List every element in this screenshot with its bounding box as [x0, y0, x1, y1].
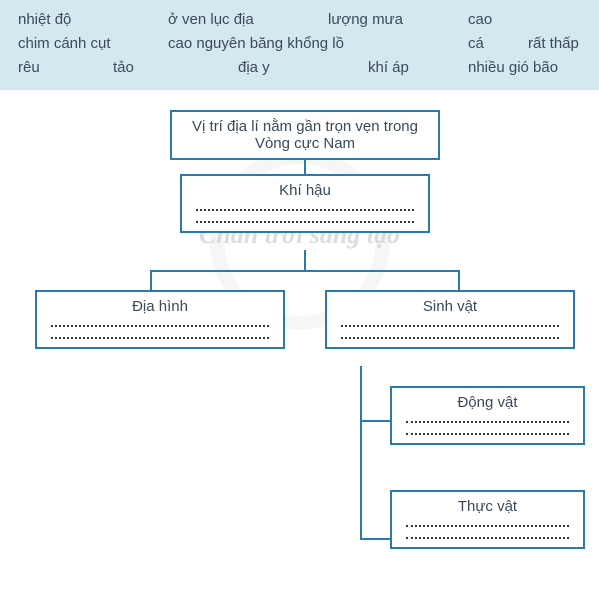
connector: [458, 270, 460, 290]
blank-line[interactable]: [51, 337, 269, 339]
node-animals-title: Động vật: [402, 394, 573, 411]
blank-line[interactable]: [51, 325, 269, 327]
word-item: rêu: [18, 56, 113, 80]
word-item: ở ven lục địa: [168, 8, 328, 32]
node-root-title: Vị trí địa lí nằm gần trọn vẹn trong Vòn…: [182, 118, 428, 152]
connector: [360, 366, 362, 540]
word-item: tảo: [113, 56, 238, 80]
blank-line[interactable]: [406, 421, 569, 423]
blank-line[interactable]: [341, 325, 559, 327]
blank-line[interactable]: [406, 433, 569, 435]
word-item: địa y: [238, 56, 368, 80]
word-item: rất thấp: [528, 32, 579, 56]
blank-line[interactable]: [406, 525, 569, 527]
node-terrain: Địa hình: [35, 290, 285, 349]
word-item: chim cánh cụt: [18, 32, 168, 56]
word-bank-row: chim cánh cụt cao nguyên băng khổng lồ c…: [18, 32, 581, 56]
word-item: cao nguyên băng khổng lồ: [168, 32, 468, 56]
word-item: lượng mưa: [328, 8, 468, 32]
connector: [304, 160, 306, 174]
node-terrain-title: Địa hình: [47, 298, 273, 315]
node-climate: Khí hậu: [180, 174, 430, 233]
blank-line[interactable]: [196, 209, 414, 211]
connector: [304, 250, 306, 270]
word-item: khí áp: [368, 56, 468, 80]
blank-line[interactable]: [196, 221, 414, 223]
connector: [360, 538, 390, 540]
word-item: cao: [468, 8, 492, 32]
blank-line[interactable]: [341, 337, 559, 339]
word-item: cá: [468, 32, 528, 56]
node-plants: Thực vật: [390, 490, 585, 549]
diagram-area: Chân trời sáng tạo Vị trí địa lí nằm gần…: [0, 90, 599, 590]
node-animals: Động vật: [390, 386, 585, 445]
word-item: nhiều gió bão: [468, 56, 558, 80]
node-climate-title: Khí hậu: [192, 182, 418, 199]
connector: [150, 270, 460, 272]
node-organisms: Sinh vật: [325, 290, 575, 349]
node-organisms-title: Sinh vật: [337, 298, 563, 315]
node-plants-title: Thực vật: [402, 498, 573, 515]
word-bank-row: nhiệt độ ở ven lục địa lượng mưa cao: [18, 8, 581, 32]
node-root: Vị trí địa lí nằm gần trọn vẹn trong Vòn…: [170, 110, 440, 160]
word-bank-row: rêu tảo địa y khí áp nhiều gió bão: [18, 56, 581, 80]
blank-line[interactable]: [406, 537, 569, 539]
word-item: nhiệt độ: [18, 8, 168, 32]
connector: [150, 270, 152, 290]
connector: [360, 420, 390, 422]
word-bank: nhiệt độ ở ven lục địa lượng mưa cao chi…: [0, 0, 599, 90]
